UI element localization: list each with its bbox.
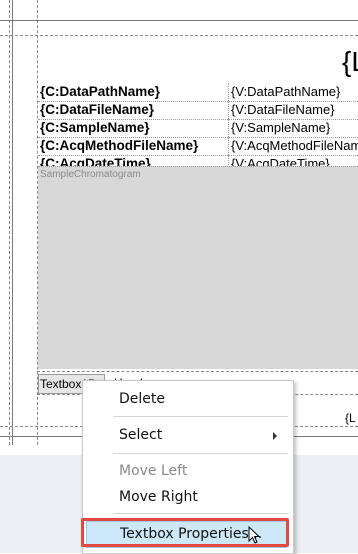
table-row[interactable]: {C:SampleName} {V:SampleName} [38, 119, 358, 138]
menu-item-label: Move Right [119, 489, 198, 505]
report-designer: {L {C:DataPathName} {V:DataPathName} {C:… [0, 0, 358, 554]
table-row[interactable]: {C:AcqMethodFileName} {V:AcqMethodFileNa… [38, 137, 358, 156]
column-divider [228, 137, 229, 155]
field-label: {C:AcqMethodFileName} [40, 138, 199, 153]
field-label: {C:DataFileName} [40, 102, 155, 117]
margin-guide-left-outer [9, 0, 10, 445]
table-row[interactable]: {C:DataPathName} {V:DataPathName} [38, 83, 358, 102]
field-value: {V:DataPathName} [231, 84, 341, 99]
field-value: {V:AcqMethodFileName [231, 138, 358, 153]
header-guide [0, 35, 358, 36]
chromatogram-placeholder[interactable]: SampleChromatogram [38, 166, 358, 369]
menu-item-select[interactable]: Select [83, 421, 293, 449]
menu-item-move-left[interactable]: Move Left [83, 457, 293, 485]
menu-separator [113, 513, 288, 514]
chart-placeholder-label: SampleChromatogram [40, 169, 141, 180]
table-row[interactable]: {C:DataFileName} {V:DataFileName} [38, 101, 358, 120]
menu-item-delete[interactable]: Delete [83, 385, 293, 413]
menu-item-move-right[interactable]: Move Right [83, 483, 293, 511]
menu-item-label: Delete [119, 391, 165, 407]
column-divider [228, 83, 229, 101]
page-top-border [0, 20, 358, 21]
field-value: {V:DataFileName} [231, 102, 335, 117]
mouse-cursor-icon [248, 526, 261, 544]
margin-guide-left [12, 0, 13, 445]
chevron-right-icon [273, 432, 277, 440]
menu-separator [113, 416, 288, 417]
column-divider [228, 119, 229, 137]
menu-item-label: Select [119, 427, 163, 443]
column-divider [228, 101, 229, 119]
field-label: {C:DataPathName} [40, 84, 161, 99]
report-title-textbox[interactable]: {L [342, 46, 358, 78]
field-value: {V:SampleName} [231, 120, 331, 135]
menu-separator [113, 453, 288, 454]
section-guide [37, 371, 358, 372]
footer-textbox[interactable]: {L [345, 411, 356, 425]
field-label: {C:SampleName} [40, 120, 150, 135]
menu-item-label: Move Left [119, 463, 188, 479]
